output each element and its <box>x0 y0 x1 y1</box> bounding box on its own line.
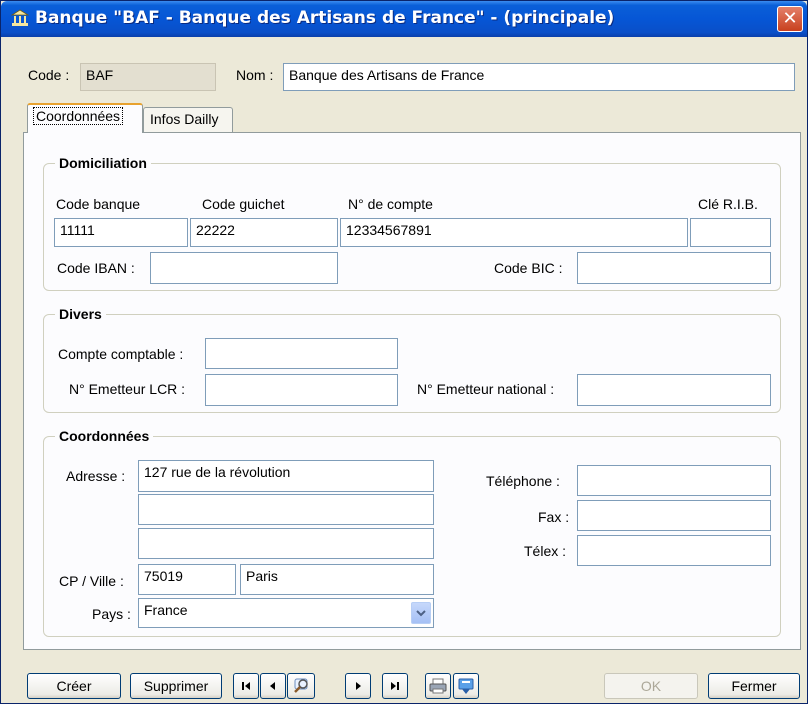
fermer-button[interactable]: Fermer <box>708 673 800 699</box>
domiciliation-title: Domiciliation <box>55 155 151 171</box>
num-compte-field[interactable]: 12334567891 <box>340 218 688 247</box>
cle-rib-field[interactable] <box>690 218 771 247</box>
print-button[interactable] <box>425 673 451 699</box>
export-button[interactable] <box>453 673 479 699</box>
last-record-button[interactable] <box>382 673 408 699</box>
title-bar[interactable]: Banque "BAF - Banque des Artisans de Fra… <box>1 1 807 37</box>
adresse-line-1-field[interactable]: 127 rue de la révolution <box>138 460 434 492</box>
search-icon <box>294 678 308 693</box>
divers-title: Divers <box>55 306 106 322</box>
adresse-line-3-field[interactable] <box>138 528 434 559</box>
next-record-icon <box>356 682 361 690</box>
emetteur-lcr-field[interactable] <box>205 374 398 406</box>
creer-button[interactable]: Créer <box>27 673 121 699</box>
previous-record-button[interactable] <box>260 673 286 699</box>
chevron-down-icon <box>416 609 426 616</box>
bic-label: Code BIC : <box>494 260 563 276</box>
telephone-label: Téléphone : <box>486 473 560 489</box>
fax-field[interactable] <box>577 500 771 531</box>
bic-field[interactable] <box>577 252 771 284</box>
ok-button[interactable]: OK <box>604 673 698 699</box>
last-record-icon <box>391 682 399 690</box>
telex-field[interactable] <box>577 535 771 566</box>
bank-icon <box>11 9 29 26</box>
supprimer-button[interactable]: Supprimer <box>130 673 222 699</box>
compte-comptable-label: Compte comptable : <box>58 346 184 362</box>
tab-coordonnees[interactable]: Coordonnées <box>27 103 143 133</box>
pays-label: Pays : <box>92 606 131 622</box>
nom-label: Nom : <box>236 67 274 83</box>
tab-infos-dailly[interactable]: Infos Dailly <box>143 107 233 133</box>
iban-field[interactable] <box>150 252 338 284</box>
first-record-button[interactable] <box>233 673 259 699</box>
code-banque-field[interactable]: 11111 <box>54 218 188 247</box>
previous-record-icon <box>270 682 275 690</box>
fax-label: Fax : <box>538 509 570 525</box>
cle-rib-label: Clé R.I.B. <box>698 196 758 212</box>
print-icon <box>429 678 447 694</box>
code-banque-label: Code banque <box>56 196 141 212</box>
emetteur-national-field[interactable] <box>577 374 771 406</box>
telephone-field[interactable] <box>577 465 771 496</box>
pays-dropdown-button[interactable] <box>411 602 431 624</box>
coordonnees-title: Coordonnées <box>55 428 154 444</box>
iban-label: Code IBAN : <box>57 260 135 276</box>
search-button[interactable] <box>287 673 315 699</box>
adresse-line-2-field[interactable] <box>138 494 434 525</box>
code-guichet-label: Code guichet <box>202 196 285 212</box>
nom-field[interactable]: Banque des Artisans de France <box>283 63 795 91</box>
compte-comptable-field[interactable] <box>205 338 398 369</box>
next-record-button[interactable] <box>345 673 371 699</box>
first-record-icon <box>242 682 250 690</box>
cp-ville-label: CP / Ville : <box>59 573 124 589</box>
cp-field[interactable]: 75019 <box>138 564 236 595</box>
close-icon: ✕ <box>782 8 798 28</box>
export-icon <box>458 678 474 694</box>
code-guichet-field[interactable]: 22222 <box>190 218 338 247</box>
code-label: Code : <box>28 67 70 83</box>
ville-field[interactable]: Paris <box>240 564 434 595</box>
adresse-label: Adresse : <box>66 468 126 484</box>
code-field[interactable]: BAF <box>80 63 216 91</box>
num-compte-label: N° de compte <box>348 196 433 212</box>
emetteur-lcr-label: N° Emetteur LCR : <box>69 381 186 397</box>
emetteur-national-label: N° Emetteur national : <box>417 381 555 397</box>
pays-select[interactable]: France <box>138 598 434 628</box>
bank-dialog-window: Banque "BAF - Banque des Artisans de Fra… <box>0 0 808 704</box>
pays-selected-value: France <box>144 602 188 618</box>
telex-label: Télex : <box>524 543 567 559</box>
window-title: Banque "BAF - Banque des Artisans de Fra… <box>35 8 615 28</box>
close-button[interactable]: ✕ <box>777 6 803 32</box>
